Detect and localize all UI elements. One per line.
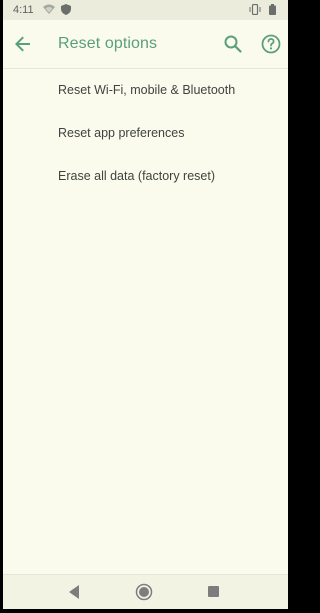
list-item-label: Erase all data (factory reset) — [58, 168, 216, 183]
app-bar: Reset options — [3, 20, 288, 69]
device-screen: 4:11 Reset options Reset Wi-Fi, mobile &… — [3, 0, 288, 609]
help-icon — [259, 34, 283, 60]
list-item-reset-network[interactable]: Reset Wi-Fi, mobile & Bluetooth — [3, 68, 288, 111]
arrow-back-icon — [11, 36, 35, 60]
list-item-reset-app-preferences[interactable]: Reset app preferences — [3, 111, 288, 154]
nav-back-button[interactable] — [67, 584, 81, 605]
list-item-factory-reset[interactable]: Erase all data (factory reset) — [3, 154, 288, 197]
nav-home-button[interactable] — [135, 583, 153, 606]
search-icon — [221, 35, 245, 60]
nav-back-icon — [67, 585, 81, 604]
shield-icon — [61, 4, 71, 18]
search-button[interactable] — [221, 32, 245, 56]
status-bar: 4:11 — [3, 0, 288, 20]
back-button[interactable] — [11, 32, 35, 56]
wifi-icon — [43, 4, 55, 18]
status-time: 4:11 — [13, 4, 34, 16]
help-button[interactable] — [259, 32, 283, 56]
nav-recents-icon[interactable] — [208, 586, 219, 597]
vibrate-icon — [249, 3, 261, 18]
list-item-label: Reset app preferences — [58, 125, 185, 140]
reset-options-list: Reset Wi-Fi, mobile & Bluetooth Reset ap… — [3, 68, 288, 197]
navigation-bar — [3, 574, 288, 609]
list-item-label: Reset Wi-Fi, mobile & Bluetooth — [58, 82, 236, 97]
battery-icon — [269, 4, 276, 18]
nav-home-icon — [135, 583, 153, 605]
page-title: Reset options — [58, 35, 158, 52]
